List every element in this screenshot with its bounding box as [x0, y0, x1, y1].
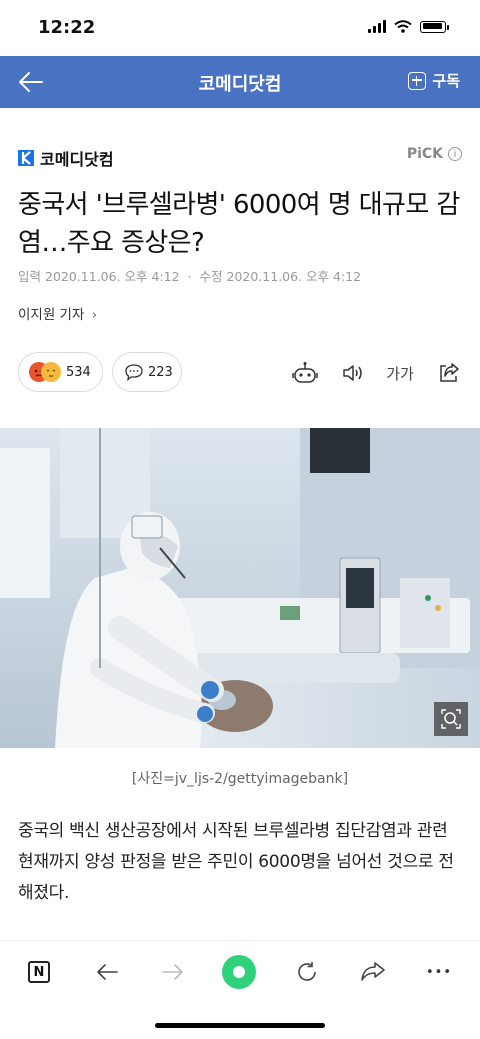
naver-n-icon: N — [28, 961, 50, 983]
home-indicator — [155, 1023, 325, 1028]
input-label: 입력 — [18, 269, 42, 284]
info-icon: i — [448, 147, 462, 161]
article-photo[interactable] — [0, 428, 480, 748]
forward-share-icon — [361, 962, 385, 981]
modified-date: 2020.11.06. 오후 4:12 — [226, 269, 362, 284]
top-nav-bar: 코메디닷컴 구독 — [0, 56, 480, 108]
more-menu-button[interactable]: ••• — [422, 955, 456, 989]
share-icon — [440, 363, 459, 382]
article-body: 중국의 백신 생산공장에서 시작된 브루셀라병 집단감염과 관련 현재까지 양성… — [18, 821, 454, 903]
article-dates: 입력 2020.11.06. 오후 4:12 · 수정 2020.11.06. … — [18, 266, 361, 285]
refresh-icon — [298, 962, 316, 981]
font-size-button[interactable]: 가가 — [384, 360, 416, 386]
summary-bot-button[interactable] — [290, 360, 320, 386]
browser-back-button[interactable] — [90, 955, 124, 989]
photo-caption: [사진=jv_ljs-2/gettyimagebank] — [131, 771, 349, 787]
reporter-link[interactable]: 이지원 기자 › — [18, 303, 97, 323]
font-size-label: 가가 — [386, 364, 414, 383]
refresh-button[interactable] — [290, 955, 324, 989]
share-forward-button[interactable] — [356, 955, 390, 989]
comment-button[interactable]: 223 — [112, 352, 182, 392]
more-dots-icon: ••• — [425, 964, 452, 980]
press-name: 코메디닷컴 — [40, 150, 114, 169]
reporter-name: 이지원 기자 — [18, 307, 85, 323]
pick-badge[interactable]: PiCK i — [407, 146, 462, 162]
bottom-toolbar: N ••• — [0, 940, 480, 1003]
arrow-right-icon — [162, 964, 183, 980]
comment-count: 223 — [148, 364, 173, 380]
hospital-photo-illustration — [0, 428, 480, 748]
battery-icon — [420, 20, 449, 33]
wifi-icon — [394, 20, 412, 33]
naver-label: N — [33, 964, 45, 980]
plus-icon — [408, 71, 427, 90]
sad-emoji-icon — [41, 362, 61, 382]
subscribe-label: 구독 — [432, 72, 460, 90]
press-logo-icon — [18, 150, 34, 166]
photo-zoom-button[interactable] — [434, 702, 468, 736]
tts-button[interactable] — [338, 360, 368, 386]
subscribe-button[interactable]: 구독 — [408, 70, 460, 91]
press-logo-link[interactable]: 코메디닷컴 — [18, 146, 114, 170]
status-bar: 12:22 — [0, 0, 480, 56]
reaction-button[interactable]: 534 — [18, 352, 103, 392]
modified-label: 수정 — [199, 269, 223, 284]
signal-icon — [368, 20, 386, 33]
pick-label: PiCK — [406, 146, 443, 162]
status-icons — [368, 20, 449, 33]
article-headline: 중국서 '브루셀라병' 6000여 명 대규모 감염…주요 증상은? — [18, 190, 460, 258]
zoom-icon — [441, 709, 461, 729]
naver-home-button[interactable]: N — [22, 955, 56, 989]
green-dot-icon — [222, 955, 256, 989]
arrow-left-icon — [97, 964, 118, 980]
status-time: 12:22 — [38, 17, 96, 38]
date-separator: · — [187, 269, 192, 284]
green-dot-button[interactable] — [222, 955, 256, 989]
comment-icon — [125, 364, 143, 381]
speaker-icon — [343, 365, 362, 381]
share-button[interactable] — [434, 360, 464, 386]
input-date: 2020.11.06. 오후 4:12 — [45, 269, 180, 284]
reaction-count: 534 — [66, 364, 91, 380]
robot-icon — [292, 362, 318, 383]
chevron-right-icon: › — [91, 307, 98, 323]
browser-forward-button[interactable] — [156, 955, 190, 989]
